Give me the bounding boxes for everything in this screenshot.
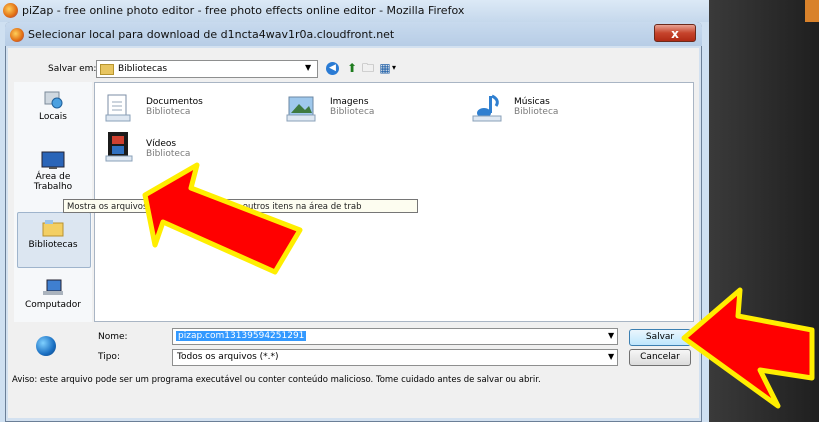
file-type: Biblioteca (330, 107, 375, 117)
libraries-icon (42, 220, 64, 237)
views-chevron-icon[interactable]: ▾ (392, 63, 396, 72)
file-name: Músicas (514, 97, 550, 107)
pictures-library-icon (286, 96, 316, 122)
recent-places-icon (44, 91, 63, 109)
firefox-icon (3, 3, 18, 18)
place-label-line1: Área de (35, 172, 71, 182)
save-in-label: Salvar em: (48, 64, 97, 74)
back-icon[interactable]: ◀ (326, 62, 339, 75)
file-name: Imagens (330, 97, 369, 107)
place-label-line2: Trabalho (33, 182, 73, 192)
place-bibliotecas[interactable]: Bibliotecas (14, 218, 92, 250)
annotation-arrow-right-shape (681, 287, 815, 409)
place-computador[interactable]: Computador (14, 278, 92, 310)
chevron-down-icon[interactable]: ▼ (305, 63, 311, 72)
file-type-value: Todos os arquivos (*.*) (177, 352, 279, 362)
file-type: Biblioteca (146, 149, 191, 159)
annotation-arrow-right (681, 287, 815, 409)
file-type: Biblioteca (146, 107, 191, 117)
place-label: Bibliotecas (28, 240, 78, 250)
chevron-down-icon[interactable]: ▼ (608, 352, 614, 361)
type-label: Tipo: (98, 352, 120, 362)
globe-warning-icon (36, 336, 56, 356)
file-type: Biblioteca (514, 107, 559, 117)
annotation-arrow-left-shape (142, 162, 303, 275)
up-folder-icon[interactable]: ⬆ (344, 61, 360, 76)
place-locais[interactable]: Locais (14, 88, 92, 122)
location-value: Bibliotecas (118, 64, 168, 74)
libraries-small-icon (100, 64, 114, 75)
file-name-value[interactable]: pizap.com13139594251291 (176, 331, 307, 341)
new-folder-icon[interactable]: 🗀 (360, 61, 376, 76)
annotation-arrow-left (142, 162, 303, 275)
file-name: Vídeos (146, 139, 177, 149)
documents-library-icon (105, 94, 131, 122)
computer-icon (43, 279, 63, 295)
views-menu-icon[interactable]: ▦ (377, 61, 393, 76)
firefox-window-title: piZap - free online photo editor - free … (22, 4, 465, 17)
warning-text: Aviso: este arquivo pode ser um programa… (12, 375, 541, 385)
place-label: Computador (25, 300, 81, 310)
name-label: Nome: (98, 332, 128, 342)
dialog-firefox-icon (10, 28, 24, 42)
chevron-down-icon[interactable]: ▼ (608, 331, 614, 340)
place-label: Locais (38, 112, 67, 122)
file-name: Documentos (146, 97, 203, 107)
videos-library-icon (105, 132, 133, 162)
dialog-title: Selecionar local para download de d1ncta… (28, 28, 395, 41)
place-area-de-trabalho[interactable]: Área de Trabalho (14, 150, 92, 192)
close-button[interactable]: x (654, 24, 696, 42)
desktop-icon (41, 151, 65, 169)
music-library-icon (472, 94, 502, 122)
background-orange-button (805, 0, 819, 22)
